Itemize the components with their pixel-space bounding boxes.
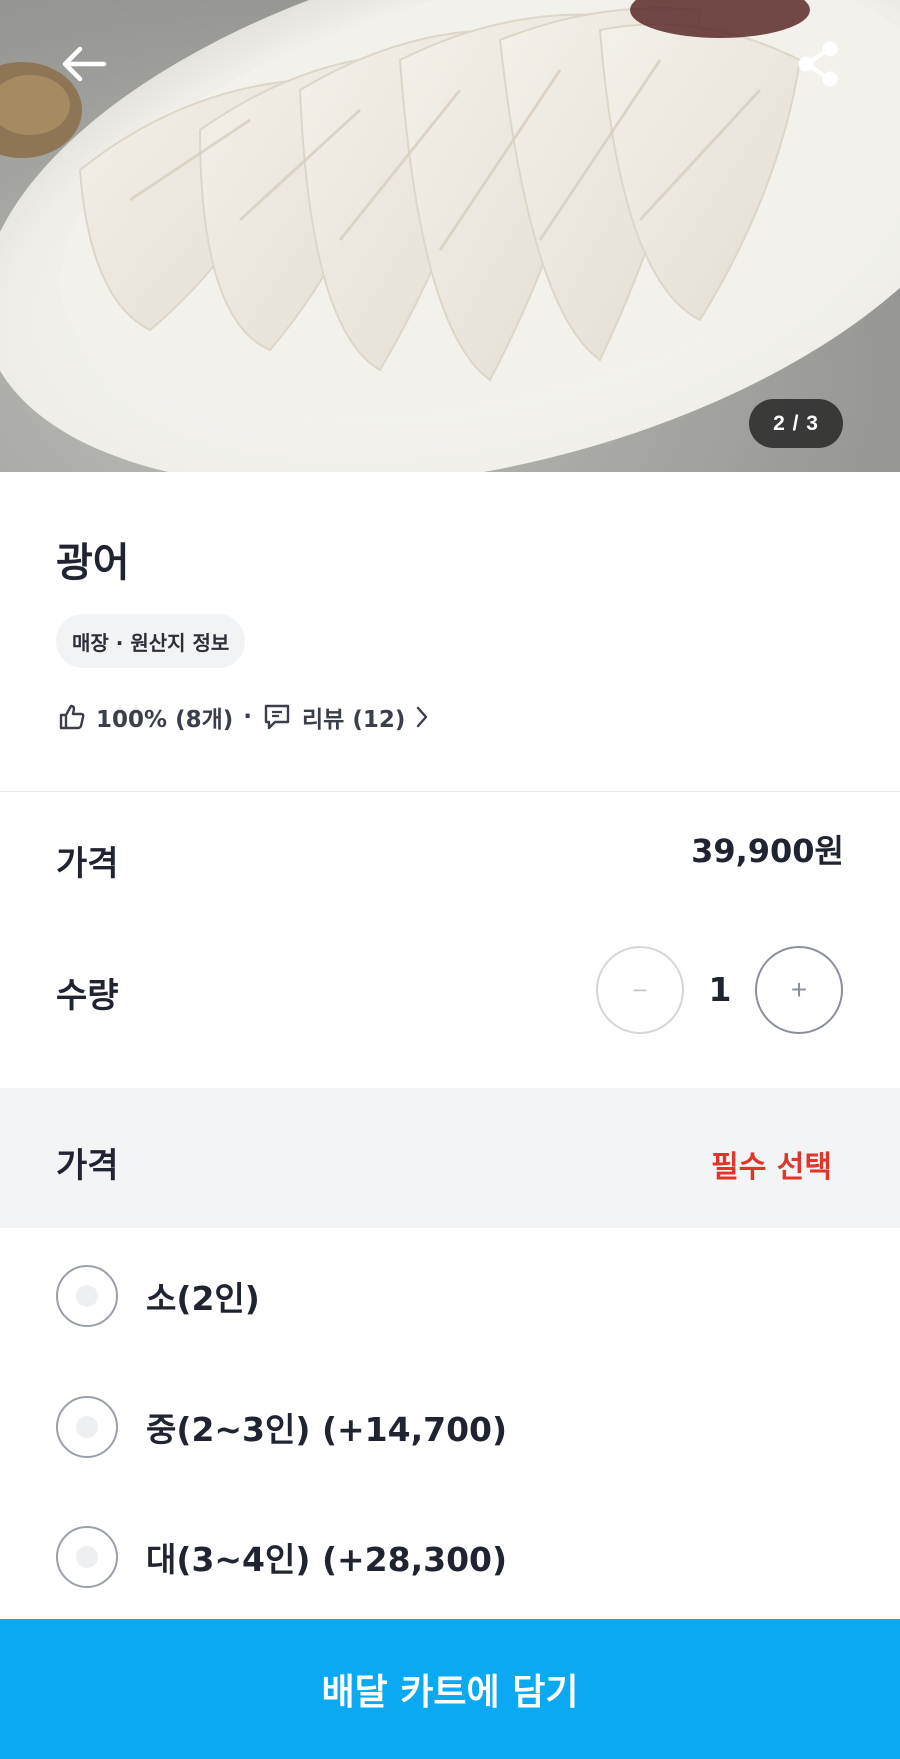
separator-dot: ·	[243, 704, 252, 730]
radio-button[interactable]	[56, 1265, 118, 1327]
comment-icon	[262, 702, 292, 732]
product-image-carousel[interactable]: 2 / 3	[0, 0, 900, 472]
share-button[interactable]	[786, 32, 850, 96]
option-group-header: 가격 필수 선택	[0, 1088, 900, 1228]
option-label: 소(2인)	[146, 1279, 260, 1318]
chevron-right-icon	[415, 705, 429, 729]
quantity-value: 1	[708, 970, 732, 1009]
price-value: 39,900원	[691, 832, 844, 870]
quantity-label: 수량	[56, 976, 119, 1016]
reviews-link[interactable]: 리뷰 (12)	[262, 700, 429, 734]
minus-icon: −	[632, 974, 648, 1005]
option-label: 중(2~3인) (+14,700)	[146, 1410, 508, 1449]
thumbs-up-icon	[58, 703, 86, 731]
option-label: 대(3~4인) (+28,300)	[146, 1540, 508, 1579]
section-divider	[0, 791, 900, 792]
plus-icon: +	[790, 974, 808, 1005]
share-icon	[798, 41, 838, 87]
option-radio-medium[interactable]: 중(2~3인) (+14,700)	[56, 1396, 507, 1458]
image-page-indicator: 2 / 3	[749, 399, 843, 448]
product-title: 광어	[56, 540, 130, 586]
rating-review-row: 100% (8개) · 리뷰 (12)	[58, 697, 429, 737]
option-group-title: 가격	[56, 1146, 119, 1186]
add-to-delivery-cart-button[interactable]: 배달 카트에 담기	[0, 1619, 900, 1759]
option-radio-large[interactable]: 대(3~4인) (+28,300)	[56, 1526, 507, 1588]
store-origin-info-button[interactable]: 매장 · 원산지 정보	[56, 614, 246, 668]
option-radio-small[interactable]: 소(2인)	[56, 1265, 260, 1327]
arrow-left-icon	[62, 46, 107, 82]
back-button[interactable]	[52, 32, 116, 96]
price-label: 가격	[56, 844, 119, 884]
required-badge: 필수 선택	[711, 1150, 832, 1185]
reviews-text: 리뷰 (12)	[302, 707, 406, 733]
radio-button[interactable]	[56, 1526, 118, 1588]
quantity-decrease-button[interactable]: −	[596, 946, 684, 1034]
rating-text: 100% (8개)	[96, 707, 234, 733]
quantity-increase-button[interactable]: +	[755, 946, 843, 1034]
radio-button[interactable]	[56, 1396, 118, 1458]
